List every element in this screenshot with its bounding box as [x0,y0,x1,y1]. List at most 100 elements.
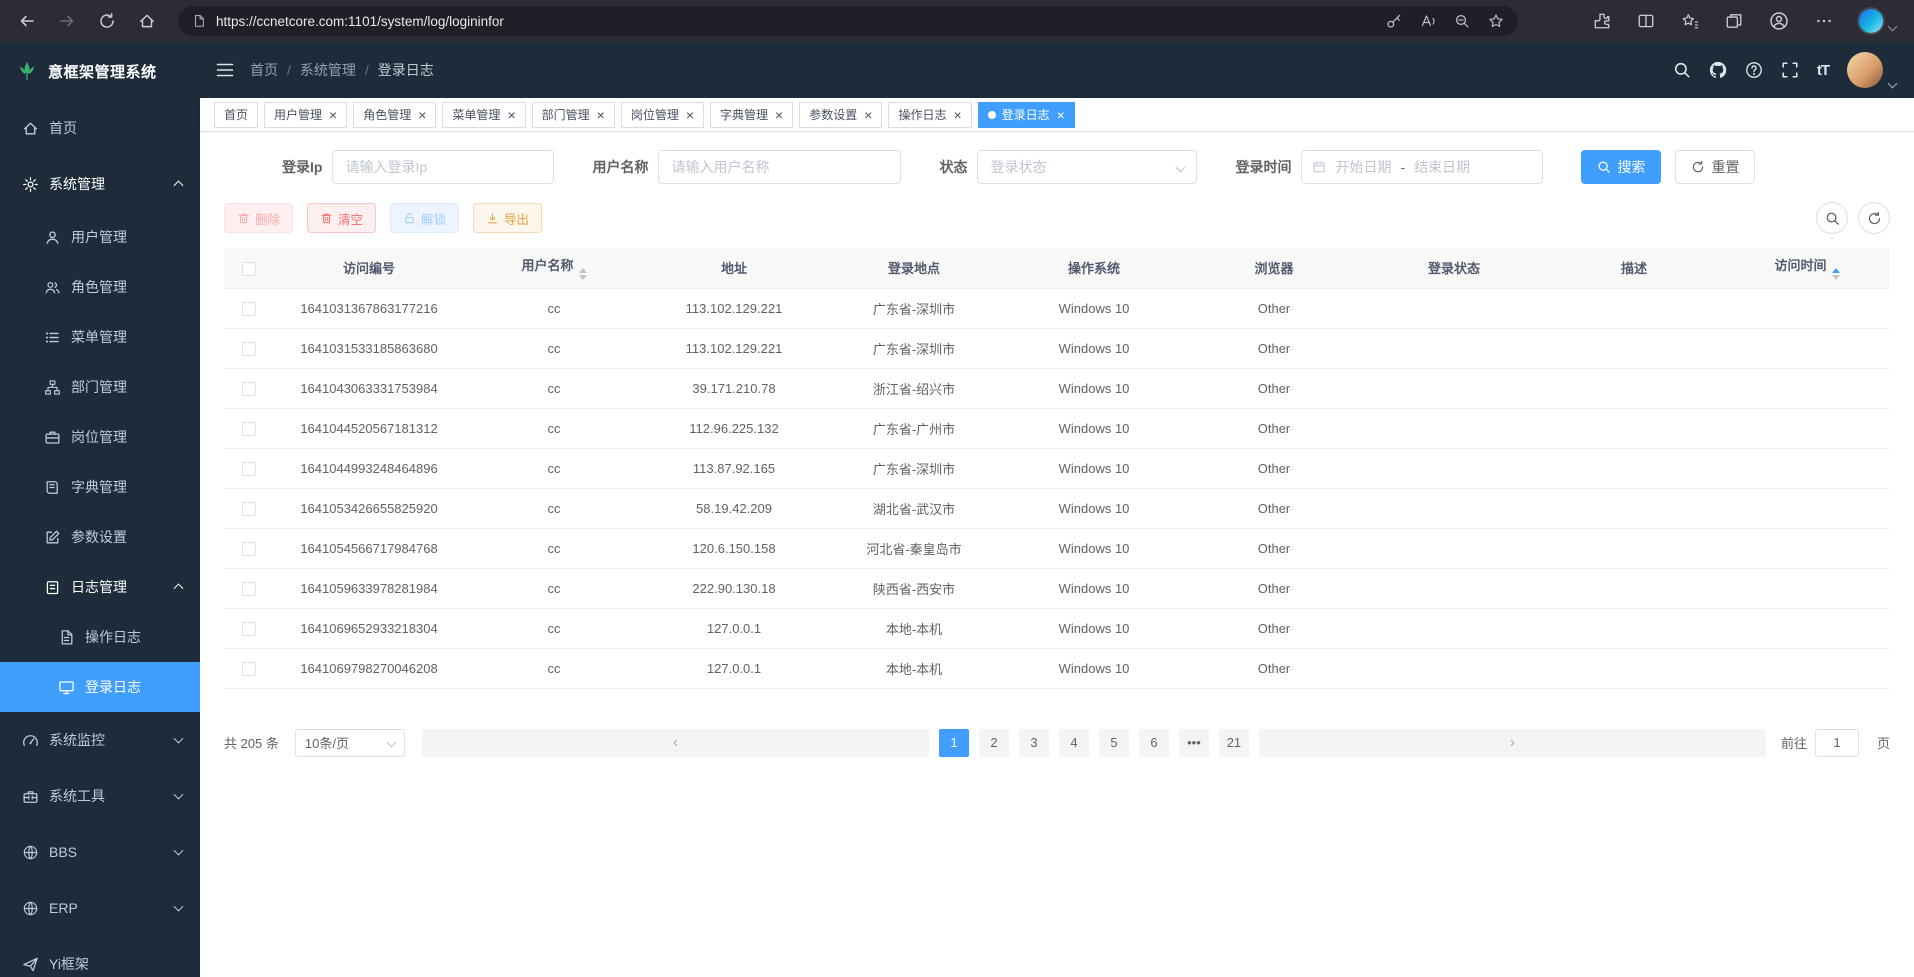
sidebar-item-erp[interactable]: ERP [0,880,200,936]
tab-user-management[interactable]: 用户管理× [264,102,347,128]
sidebar-item-department-management[interactable]: 部门管理 [0,362,200,412]
sidebar-item-user-management[interactable]: 用户管理 [0,212,200,262]
collections-button[interactable] [1725,12,1743,30]
tab-department-management[interactable]: 部门管理× [532,102,615,128]
tab-close-icon[interactable]: × [1057,108,1065,122]
extensions-button[interactable] [1593,12,1611,30]
table-refresh-button[interactable] [1858,202,1890,234]
date-range-picker[interactable]: 开始日期 - 结束日期 [1301,150,1543,184]
sidebar-item-login-log[interactable]: 登录日志 [0,662,200,712]
search-button[interactable]: 搜索 [1581,150,1661,184]
tab-close-icon[interactable]: × [507,108,515,122]
table-search-button[interactable] [1816,202,1848,234]
tab-post-management[interactable]: 岗位管理× [621,102,704,128]
sidebar-item-system-tools[interactable]: 系统工具 [0,768,200,824]
copilot-button[interactable] [1859,9,1896,33]
zoom-button[interactable] [1454,13,1470,29]
sidebar-item-post-management[interactable]: 岗位管理 [0,412,200,462]
row-checkbox[interactable] [242,622,256,636]
tab-login-log[interactable]: 登录日志× [978,102,1075,128]
sidebar-item-operation-log[interactable]: 操作日志 [0,612,200,662]
select-all-checkbox[interactable] [242,262,256,276]
password-key-button[interactable] [1386,13,1402,29]
row-checkbox[interactable] [242,462,256,476]
row-checkbox[interactable] [242,382,256,396]
breadcrumb-item[interactable]: 系统管理 [300,60,356,80]
tab-menu-management[interactable]: 菜单管理× [442,102,525,128]
browser-profile-button[interactable] [1769,11,1789,31]
browser-back-button[interactable] [10,4,44,38]
address-bar[interactable]: https://ccnetcore.com:1101/system/log/lo… [178,6,1518,36]
avatar[interactable] [1847,52,1883,88]
sort-caret-icon[interactable] [1832,268,1840,280]
row-checkbox[interactable] [242,302,256,316]
header-cell-username[interactable]: 用户名称 [464,248,644,288]
row-checkbox[interactable] [242,502,256,516]
tab-close-icon[interactable]: × [686,108,694,122]
tab-operation-log[interactable]: 操作日志× [888,102,971,128]
tab-close-icon[interactable]: × [418,108,426,122]
page-button-2[interactable]: 2 [979,729,1009,757]
sidebar-item-role-management[interactable]: 角色管理 [0,262,200,312]
tab-close-icon[interactable]: × [953,108,961,122]
page-button-21[interactable]: 21 [1219,729,1249,757]
clear-button[interactable]: 清空 [307,203,376,233]
username-input[interactable] [658,150,901,184]
browser-refresh-button[interactable] [90,4,124,38]
tab-role-management[interactable]: 角色管理× [353,102,436,128]
page-button-4[interactable]: 4 [1059,729,1089,757]
next-page-button[interactable]: › [1259,729,1766,757]
unlock-button[interactable]: 解锁 [390,203,459,233]
row-checkbox[interactable] [242,582,256,596]
sidebar-item-yi-framework[interactable]: Yi框架 [0,936,200,977]
tab-close-icon[interactable]: × [597,108,605,122]
row-checkbox[interactable] [242,422,256,436]
export-button[interactable]: 导出 [473,203,542,233]
sidebar-item-log-management[interactable]: 日志管理 [0,562,200,612]
status-select[interactable]: 登录状态 [977,150,1197,184]
tab-close-icon[interactable]: × [864,108,872,122]
ip-input[interactable] [332,150,554,184]
sidebar-item-home[interactable]: 首页 [0,100,200,156]
read-aloud-button[interactable] [1420,13,1436,29]
tab-home[interactable]: 首页 [214,102,258,128]
row-checkbox[interactable] [242,342,256,356]
prev-page-button[interactable]: ‹ [422,729,929,757]
page-button-3[interactable]: 3 [1019,729,1049,757]
sidebar-item-bbs[interactable]: BBS [0,824,200,880]
browser-home-button[interactable] [130,4,164,38]
browser-menu-button[interactable] [1815,12,1833,30]
sidebar-item-parameter-settings[interactable]: 参数设置 [0,512,200,562]
tab-close-icon[interactable]: × [329,108,337,122]
tab-dictionary-management[interactable]: 字典管理× [710,102,793,128]
sidebar-toggle-button[interactable] [200,61,250,79]
tab-parameter-settings[interactable]: 参数设置× [799,102,882,128]
help-button[interactable] [1745,61,1763,79]
page-size-select[interactable]: 10条/页 [295,729,405,757]
page-button-6[interactable]: 6 [1139,729,1169,757]
breadcrumb-item[interactable]: 首页 [250,60,278,80]
header-search-button[interactable] [1673,61,1691,79]
browser-forward-button[interactable] [50,4,84,38]
page-button-5[interactable]: 5 [1099,729,1129,757]
row-checkbox[interactable] [242,662,256,676]
row-checkbox[interactable] [242,542,256,556]
page-button-1[interactable]: 1 [939,729,969,757]
tab-close-icon[interactable]: × [775,108,783,122]
split-screen-button[interactable] [1637,12,1655,30]
sidebar-item-system-monitoring[interactable]: 系统监控 [0,712,200,768]
sidebar-item-system-management[interactable]: 系统管理 [0,156,200,212]
goto-page-input[interactable] [1815,729,1859,757]
font-size-button[interactable]: tT [1817,62,1829,79]
page-ellipsis[interactable]: ••• [1179,729,1209,757]
sort-caret-icon[interactable] [579,268,587,280]
fullscreen-button[interactable] [1781,61,1799,79]
sidebar-item-dictionary-management[interactable]: 字典管理 [0,462,200,512]
sidebar-item-menu-management[interactable]: 菜单管理 [0,312,200,362]
favorites-button[interactable] [1681,12,1699,30]
delete-button[interactable]: 删除 [224,203,293,233]
add-favorite-button[interactable] [1488,13,1504,29]
reset-button[interactable]: 重置 [1675,150,1755,184]
github-button[interactable] [1709,61,1727,79]
header-cell-visit_time[interactable]: 访问时间 [1724,248,1890,288]
